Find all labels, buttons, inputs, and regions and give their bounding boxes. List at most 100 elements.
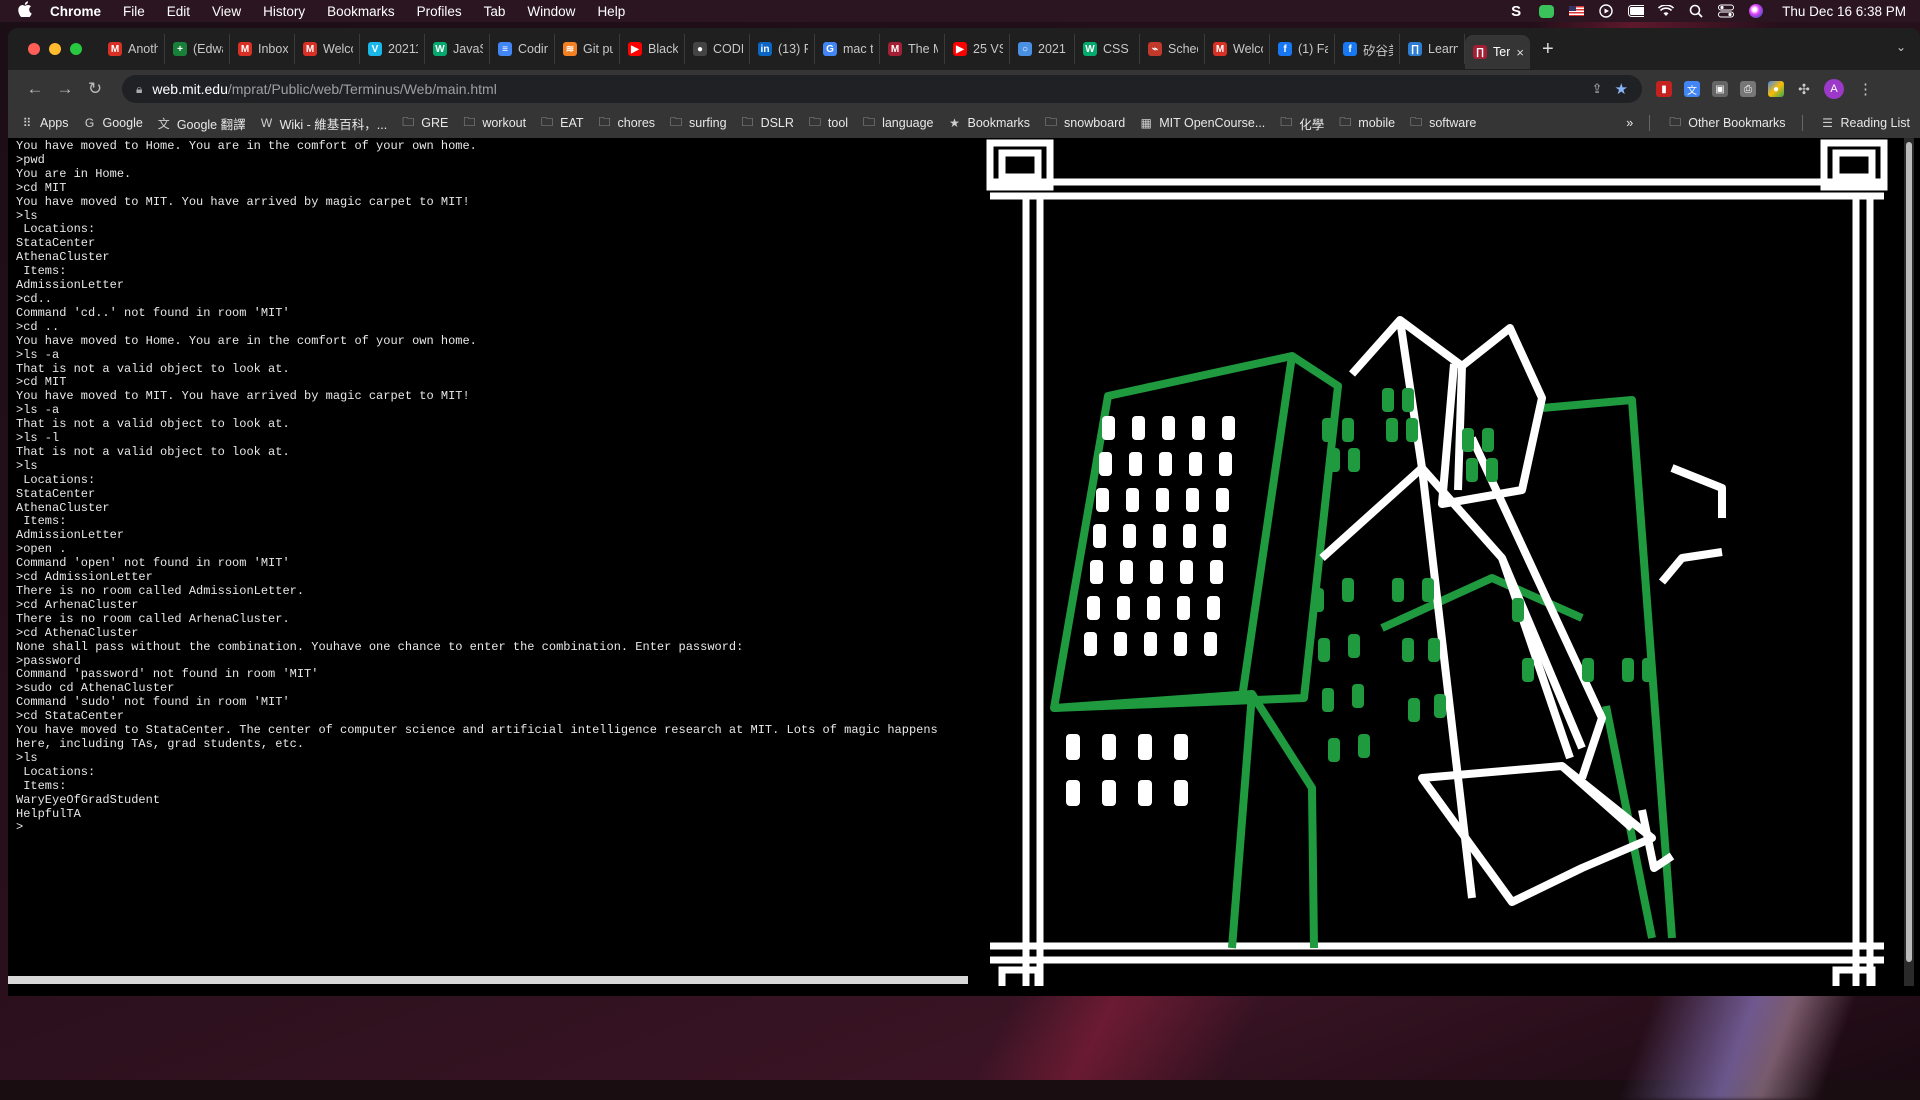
share-icon[interactable]: ⇪ bbox=[1592, 81, 1603, 97]
tab-title: Sched bbox=[1168, 42, 1198, 56]
browser-tab[interactable]: ≋ Git pu bbox=[555, 34, 620, 64]
terminal-line: HelpfulTA bbox=[16, 806, 81, 821]
lock-icon[interactable]: 🔒︎ bbox=[136, 82, 142, 97]
browser-tab[interactable]: in (13) F bbox=[750, 34, 815, 64]
bookmark-item[interactable]: ★ Bookmarks bbox=[948, 116, 1030, 130]
bookmark-item[interactable]: 🗀︎ 化學 bbox=[1279, 113, 1324, 134]
menu-tab[interactable]: Tab bbox=[484, 4, 506, 19]
scrollbar-thumb[interactable] bbox=[1906, 142, 1912, 962]
browser-tab[interactable]: W JavaS bbox=[425, 34, 490, 64]
browser-tab[interactable]: Gmac to bbox=[815, 34, 880, 64]
browser-tab[interactable]: V 20211 bbox=[360, 34, 425, 64]
color-extension-icon[interactable]: ● bbox=[1768, 81, 1784, 97]
bookmarks-overflow-button[interactable]: » bbox=[1626, 116, 1633, 130]
menu-app-name[interactable]: Chrome bbox=[50, 4, 101, 19]
control-center-icon[interactable] bbox=[1718, 4, 1735, 18]
browser-tab[interactable]: M Welco bbox=[295, 34, 360, 64]
fullscreen-window-button[interactable] bbox=[70, 43, 82, 55]
browser-tab[interactable]: + (Edwa bbox=[165, 34, 230, 64]
menu-view[interactable]: View bbox=[212, 4, 241, 19]
browser-tab[interactable]: f 矽谷美 bbox=[1335, 34, 1400, 64]
page-vertical-scrollbar[interactable] bbox=[1904, 138, 1914, 986]
tab-title: 25 VS bbox=[973, 42, 1003, 56]
menubar-clock[interactable]: Thu Dec 16 6:38 PM bbox=[1782, 4, 1906, 19]
browser-tab[interactable]: ● CODIN bbox=[685, 34, 750, 64]
bookmark-item[interactable]: W Wiki - 維基百科，... bbox=[260, 114, 387, 133]
reload-icon[interactable]: ↻ bbox=[80, 79, 110, 99]
terminal-output[interactable]: You have moved to Home. You are in the c… bbox=[16, 138, 976, 975]
bookmark-label: 化學 bbox=[1299, 117, 1325, 132]
apple-menu-icon[interactable] bbox=[18, 1, 34, 21]
bookmark-item[interactable]: G Google bbox=[83, 116, 143, 130]
puzzle-extensions-icon[interactable]: ✣ bbox=[1796, 81, 1812, 97]
menu-help[interactable]: Help bbox=[597, 4, 625, 19]
new-tab-button[interactable]: + bbox=[1542, 38, 1554, 61]
menu-bar: Chrome File Edit View History Bookmarks … bbox=[0, 0, 1920, 22]
bookmark-item[interactable]: 🗀︎ GRE bbox=[401, 113, 448, 134]
wifi-icon[interactable] bbox=[1658, 4, 1675, 18]
bookmark-item[interactable]: 🗀︎ EAT bbox=[540, 113, 583, 134]
bookmark-item[interactable]: ▦ MIT OpenCourse... bbox=[1139, 116, 1266, 130]
menu-bookmarks[interactable]: Bookmarks bbox=[327, 4, 395, 19]
browser-tab[interactable]: ∏ Learn bbox=[1400, 34, 1465, 64]
bookmark-item[interactable]: 🗀︎ DSLR bbox=[741, 113, 794, 134]
bookmark-item[interactable]: 🗀︎ tool bbox=[808, 113, 848, 134]
browser-tab[interactable]: M Inbox bbox=[230, 34, 295, 64]
browser-tab[interactable]: ≡ Codin bbox=[490, 34, 555, 64]
other-bookmarks-button[interactable]: 🗀︎ Other Bookmarks bbox=[1668, 113, 1785, 134]
reading-list-button[interactable]: ☰ Reading List bbox=[1821, 116, 1910, 130]
bookmark-item[interactable]: 文 Google 翻譯 bbox=[157, 114, 246, 133]
close-tab-icon[interactable]: × bbox=[1516, 45, 1524, 60]
building-window bbox=[1180, 560, 1193, 584]
bookmark-item[interactable]: 🗀︎ snowboard bbox=[1044, 113, 1125, 134]
browser-tab[interactable]: M Welco bbox=[1205, 34, 1270, 64]
bookmark-item[interactable]: ⠿ Apps bbox=[20, 116, 69, 130]
browser-tab[interactable]: ▶ 25 VS bbox=[945, 34, 1010, 64]
menu-profiles[interactable]: Profiles bbox=[417, 4, 462, 19]
browser-tab[interactable]: M Anoth bbox=[100, 34, 165, 64]
tab-title: Welco bbox=[1233, 42, 1263, 56]
scrivener-status-icon[interactable]: S bbox=[1508, 3, 1524, 20]
building-window bbox=[1093, 524, 1106, 548]
menu-edit[interactable]: Edit bbox=[167, 4, 190, 19]
bookmark-item[interactable]: 🗀︎ language bbox=[862, 113, 933, 134]
print-extension-icon[interactable]: ⎙ bbox=[1740, 81, 1756, 97]
browser-tab[interactable]: ▶ Blacks bbox=[620, 34, 685, 64]
us-flag-input-icon[interactable] bbox=[1568, 4, 1584, 18]
menu-history[interactable]: History bbox=[263, 4, 305, 19]
siri-icon[interactable] bbox=[1748, 4, 1764, 18]
line-status-icon[interactable] bbox=[1538, 4, 1554, 18]
tab-active[interactable]: ∏ Ter × bbox=[1465, 35, 1530, 69]
browser-tab[interactable]: ⌁ Sched bbox=[1140, 34, 1205, 64]
back-arrow-icon[interactable]: ← bbox=[20, 79, 50, 99]
play-status-icon[interactable] bbox=[1598, 4, 1614, 18]
browser-tab[interactable]: ○ 2021 T bbox=[1010, 34, 1075, 64]
profile-avatar[interactable]: A bbox=[1824, 79, 1844, 99]
google-translate-extension-icon[interactable]: 文 bbox=[1684, 81, 1700, 97]
forward-arrow-icon[interactable]: → bbox=[50, 79, 80, 99]
minimize-window-button[interactable] bbox=[49, 43, 61, 55]
folder-icon: 🗀︎ bbox=[1669, 114, 1682, 129]
bookmark-item[interactable]: 🗀︎ mobile bbox=[1338, 113, 1395, 134]
terminal-line: >cd AthenaCluster bbox=[16, 625, 139, 640]
terminal-horizontal-scrollbar[interactable] bbox=[8, 976, 968, 984]
menu-file[interactable]: File bbox=[123, 4, 145, 19]
browser-menu-icon[interactable]: ⋮ bbox=[1858, 80, 1873, 98]
bookmark-item[interactable]: 🗀︎ workout bbox=[462, 113, 526, 134]
menu-window[interactable]: Window bbox=[527, 4, 575, 19]
address-bar[interactable]: 🔒︎ web.mit.edu/mprat/Public/web/Terminus… bbox=[122, 75, 1642, 103]
spotlight-search-icon[interactable] bbox=[1688, 4, 1704, 18]
bookmark-star-icon[interactable]: ★ bbox=[1615, 80, 1628, 98]
building-window bbox=[1117, 596, 1130, 620]
bookmark-item[interactable]: 🗀︎ surfing bbox=[669, 113, 727, 134]
screen-extension-icon[interactable]: ▣ bbox=[1712, 81, 1728, 97]
browser-tab[interactable]: W CSS H bbox=[1075, 34, 1140, 64]
bookmark-item[interactable]: 🗀︎ chores bbox=[598, 113, 655, 134]
browser-tab[interactable]: M The M bbox=[880, 34, 945, 64]
tab-search-chevron-icon[interactable]: ⌄ bbox=[1896, 40, 1906, 54]
close-window-button[interactable] bbox=[28, 43, 40, 55]
pdf-extension-icon[interactable]: ▮ bbox=[1656, 81, 1672, 97]
browser-tab[interactable]: f (1) Fac bbox=[1270, 34, 1335, 64]
bookmark-item[interactable]: 🗀︎ software bbox=[1409, 113, 1476, 134]
battery-icon[interactable] bbox=[1628, 4, 1645, 18]
